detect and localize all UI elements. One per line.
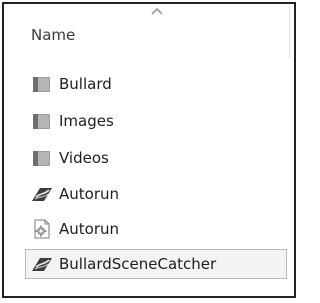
list-item[interactable]: Images [25, 106, 287, 136]
app-icon [32, 188, 52, 201]
folder-icon [33, 114, 50, 129]
app-icon [32, 258, 52, 271]
sort-ascending-icon [151, 7, 163, 15]
list-item-label: Images [59, 112, 114, 130]
list-item-label: Videos [59, 149, 109, 167]
list-item-label: BullardSceneCatcher [59, 255, 217, 273]
list-item[interactable]: Videos [25, 143, 287, 173]
list-item-label: Autorun [59, 185, 120, 203]
settings-file-icon [34, 219, 50, 239]
folder-icon [33, 151, 50, 166]
list-item[interactable]: Bullard [25, 69, 287, 99]
list-item-selected[interactable]: BullardSceneCatcher [25, 249, 287, 279]
list-item[interactable]: Autorun [25, 179, 287, 209]
column-header-name[interactable]: Name [31, 26, 75, 44]
folder-icon [33, 77, 50, 92]
column-divider[interactable] [289, 6, 290, 58]
column-header-bar: Name [4, 4, 294, 60]
list-item-label: Autorun [59, 220, 120, 238]
file-list-pane: Name Bullard Images Videos Autorun Autor… [2, 2, 296, 298]
list-item-label: Bullard [59, 75, 112, 93]
list-item[interactable]: Autorun [25, 214, 287, 244]
